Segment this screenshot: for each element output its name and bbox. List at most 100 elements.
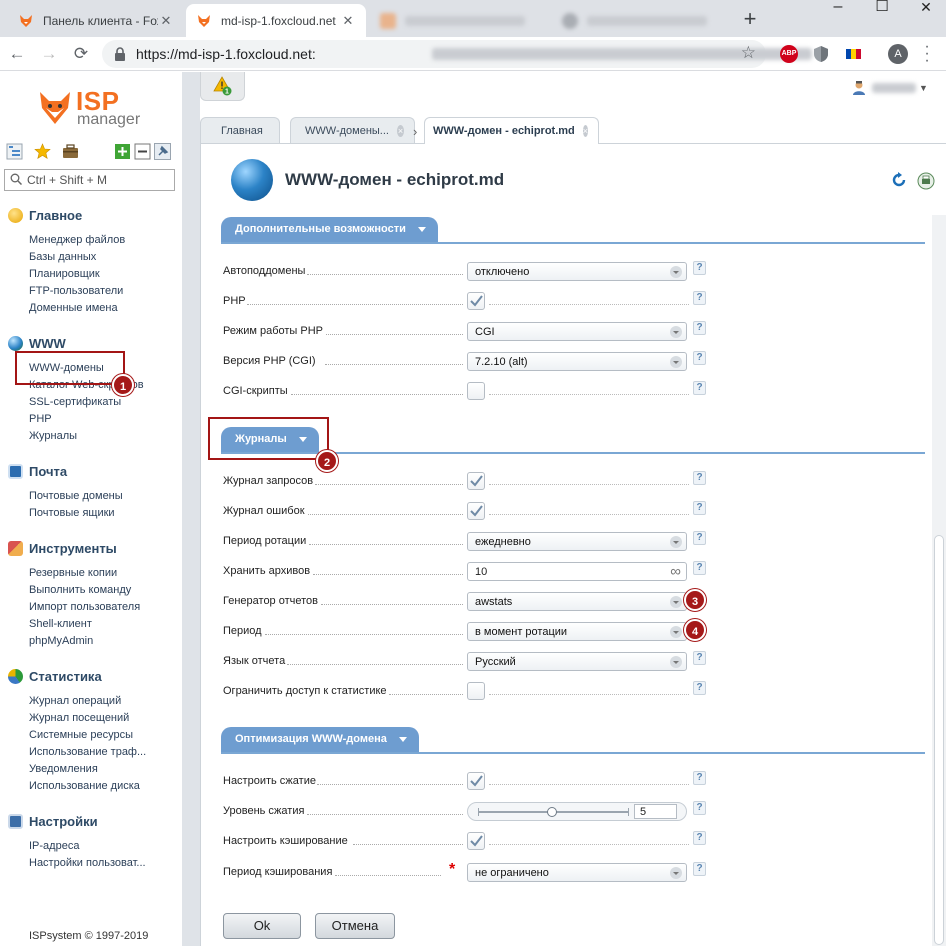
autosubdomains-select[interactable]: отключено [467,262,687,281]
address-bar[interactable]: https://md-isp-1.foxcloud.net: ☆ [102,40,812,68]
help-icon[interactable]: ? [693,651,706,665]
scrollbar-thumb[interactable] [934,535,944,945]
help-icon[interactable]: ? [693,501,706,515]
forward-arrow-icon[interactable]: → [38,43,60,65]
pin-icon[interactable] [154,143,171,160]
favorites-star-icon[interactable] [34,143,51,160]
report-generator-select[interactable]: awstats [467,592,687,611]
nav-group-tools[interactable]: Инструменты [8,541,117,556]
report-language-select[interactable]: Русский [467,652,687,671]
bookmark-star-icon[interactable]: ☆ [741,43,756,63]
collapse-all-icon[interactable] [134,143,151,160]
infinity-icon[interactable]: ∞ [670,563,681,580]
user-menu[interactable]: ▼ [852,80,928,96]
error-log-checkbox[interactable] [467,502,485,520]
close-tab-icon[interactable]: × [582,125,589,137]
nav-item-scheduler[interactable]: Планировщик [29,268,100,280]
help-icon[interactable]: ? [693,531,706,545]
nav-group-www[interactable]: WWW [8,336,66,351]
nav-group-stats[interactable]: Статистика [8,669,102,684]
print-icon[interactable] [917,172,935,190]
close-tab-icon[interactable]: × [396,124,404,137]
close-window-button[interactable]: ✕ [906,0,946,16]
browser-tab-hidden-2[interactable] [552,4,732,37]
nav-item-phpmyadmin[interactable]: phpMyAdmin [29,635,93,647]
alerts-button[interactable]: 1 [200,72,245,101]
nav-item-import-user[interactable]: Импорт пользователя [29,601,140,613]
tree-view-icon[interactable] [6,143,23,160]
nav-item-backups[interactable]: Резервные копии [29,567,117,579]
sidebar-resize-handle[interactable] [182,72,200,946]
app-tab-www-domains[interactable]: WWW-домены... × [290,117,415,143]
help-icon[interactable]: ? [693,471,706,485]
access-log-checkbox[interactable] [467,472,485,490]
php-mode-select[interactable]: CGI [467,322,687,341]
help-icon[interactable]: ? [693,862,706,876]
nav-item-ip-addresses[interactable]: IP-адреса [29,840,79,852]
expand-all-icon[interactable] [114,143,131,160]
maximize-button[interactable]: ☐ [862,0,902,16]
refresh-icon[interactable] [891,172,907,188]
new-tab-button[interactable]: + [738,6,762,32]
minimize-button[interactable]: – [818,0,858,16]
nav-item-domain-names[interactable]: Доменные имена [29,302,118,314]
nav-item-visits-log[interactable]: Журнал посещений [29,712,129,724]
help-icon[interactable]: ? [693,351,706,365]
nav-item-mailboxes[interactable]: Почтовые ящики [29,507,115,519]
nav-item-notifications[interactable]: Уведомления [29,763,98,775]
help-icon[interactable]: ? [693,561,706,575]
nav-group-mail[interactable]: Почта [8,464,67,479]
nav-item-user-settings[interactable]: Настройки пользоват... [29,857,146,869]
flag-extension-icon[interactable] [844,45,862,63]
app-tab-home[interactable]: Главная [200,117,280,143]
profile-avatar[interactable]: A [888,44,908,64]
nav-group-settings[interactable]: Настройки [8,814,98,829]
compression-level-slider[interactable]: 5 [467,802,687,821]
ispmanager-logo[interactable]: ISP manager [36,86,146,130]
nav-item-shell-client[interactable]: Shell-клиент [29,618,92,630]
browser-tab-hidden-1[interactable] [370,4,550,37]
caching-checkbox[interactable] [467,832,485,850]
shield-extension-icon[interactable] [812,45,830,63]
help-icon[interactable]: ? [693,261,706,275]
php-checkbox[interactable] [467,292,485,310]
browser-tab-isp[interactable]: md-isp-1.foxcloud.net ✕ [186,4,366,37]
nav-group-main[interactable]: Главное [8,208,82,223]
ok-button[interactable]: Ok [223,913,301,939]
help-icon[interactable]: ? [693,681,706,695]
nav-item-php[interactable]: PHP [29,413,52,425]
help-icon[interactable]: ? [693,801,706,815]
close-tab-icon[interactable]: ✕ [340,13,356,29]
nav-item-databases[interactable]: Базы данных [29,251,96,263]
help-icon[interactable]: ? [693,291,706,305]
content-scrollbar[interactable] [932,215,946,946]
cancel-button[interactable]: Отмена [315,913,395,939]
browser-menu-icon[interactable]: · · · [922,39,932,69]
nav-item-operations-log[interactable]: Журнал операций [29,695,121,707]
help-icon[interactable]: ? [693,771,706,785]
reload-icon[interactable]: ⟳ [70,43,92,65]
nav-item-traffic-usage[interactable]: Использование траф... [29,746,146,758]
slider-handle[interactable] [547,807,557,817]
nav-item-ssl-certificates[interactable]: SSL-сертификаты [29,396,121,408]
php-version-select[interactable]: 7.2.10 (alt) [467,352,687,371]
adblock-icon[interactable]: ABP [780,45,798,63]
stats-period-select[interactable]: в момент ротации [467,622,687,641]
cache-period-select[interactable]: не ограничено [467,863,687,882]
help-icon[interactable]: ? [693,321,706,335]
help-icon[interactable]: ? [693,831,706,845]
back-arrow-icon[interactable]: ← [6,43,28,65]
nav-item-disk-usage[interactable]: Использование диска [29,780,140,792]
keep-archives-input[interactable]: 10 ∞ [467,562,687,581]
compression-checkbox[interactable] [467,772,485,790]
nav-item-mail-domains[interactable]: Почтовые домены [29,490,123,502]
rotation-period-select[interactable]: ежедневно [467,532,687,551]
nav-item-ftp-users[interactable]: FTP-пользователи [29,285,123,297]
close-tab-icon[interactable]: ✕ [158,13,174,29]
nav-item-run-command[interactable]: Выполнить команду [29,584,131,596]
cgi-scripts-checkbox[interactable] [467,382,485,400]
briefcase-icon[interactable] [62,143,79,160]
restrict-stats-checkbox[interactable] [467,682,485,700]
section-toggle-optimization[interactable]: Оптимизация WWW-домена [221,727,419,752]
app-tab-current-domain[interactable]: WWW-домен - echiprot.md × [424,117,599,144]
